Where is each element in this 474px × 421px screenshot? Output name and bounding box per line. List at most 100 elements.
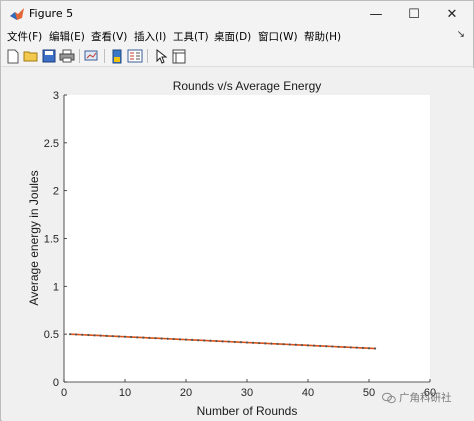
- data-point: [258, 341, 261, 345]
- colorbar-icon[interactable]: [109, 48, 125, 64]
- new-figure-icon[interactable]: [5, 48, 21, 64]
- menu-tools[interactable]: 工具(T): [173, 29, 209, 44]
- data-point: [184, 338, 188, 341]
- x-tick-label: 0: [61, 387, 67, 399]
- data-point: [270, 342, 273, 345]
- data-point: [209, 339, 212, 342]
- save-icon[interactable]: [41, 48, 57, 64]
- menu-file[interactable]: 文件(F): [7, 29, 42, 44]
- data-point: [75, 333, 78, 336]
- menu-view[interactable]: 查看(V): [91, 29, 127, 44]
- toolbar-separator: [147, 49, 148, 63]
- y-tick-label: 3: [53, 90, 59, 102]
- figure-toolbar: [1, 45, 473, 67]
- data-point: [355, 346, 358, 349]
- data-point: [252, 341, 255, 344]
- data-point: [367, 347, 371, 350]
- y-tick-label: 2.5: [44, 138, 59, 150]
- chart-title: Rounds v/s Average Energy: [173, 79, 322, 93]
- y-tick-label: 2: [53, 186, 59, 198]
- data-point: [142, 336, 145, 339]
- data-point: [300, 343, 303, 347]
- menu-bar: 文件(F) 编辑(E) 查看(V) 插入(I) 工具(T) 桌面(D) 窗口(W…: [1, 27, 473, 45]
- x-tick-label: 50: [363, 387, 375, 399]
- data-point: [93, 334, 96, 337]
- pointer-icon[interactable]: [153, 48, 169, 64]
- dock-arrow-icon[interactable]: ↘: [457, 29, 465, 40]
- data-point: [374, 347, 377, 350]
- data-point: [191, 338, 194, 342]
- line-chart: 0 10 20 30 40 50 6000.511.522.53 Rounds v/s Av…: [27, 79, 436, 418]
- data-point: [69, 333, 72, 336]
- data-point: [148, 336, 151, 339]
- data-point: [136, 336, 139, 339]
- menu-desktop[interactable]: 桌面(D): [214, 29, 251, 44]
- menu-help[interactable]: 帮助(H): [304, 29, 341, 44]
- x-axis-label: Number of Rounds: [197, 404, 298, 418]
- data-point: [245, 341, 249, 344]
- data-point: [123, 335, 127, 338]
- y-tick-label: 0: [53, 377, 59, 389]
- y-axis-label: Average energy in Joules: [27, 170, 41, 305]
- wechat-icon: [382, 392, 396, 403]
- data-point: [264, 342, 267, 345]
- data-point: [306, 344, 310, 347]
- close-button[interactable]: ✕: [434, 1, 470, 27]
- data-point: [325, 345, 328, 348]
- matlab-icon: [10, 8, 24, 20]
- y-tick-label: 0.5: [44, 329, 59, 341]
- data-point: [172, 337, 175, 341]
- data-point: [361, 346, 364, 350]
- minimize-icon: —: [369, 6, 383, 22]
- data-point: [288, 343, 291, 346]
- y-tick-label: 1: [53, 281, 59, 293]
- data-point: [178, 338, 181, 341]
- data-point: [233, 340, 236, 344]
- data-point: [99, 334, 102, 337]
- data-point: [203, 339, 206, 342]
- data-point: [282, 343, 285, 346]
- menu-insert[interactable]: 插入(I): [134, 29, 166, 44]
- figure-canvas: 0 10 20 30 40 50 60 0 0.5 1 1.5 2 2.5 3 Rounds v/s Av…: [2, 68, 474, 421]
- print-icon[interactable]: [59, 48, 75, 64]
- data-point: [294, 343, 297, 346]
- data-point: [227, 340, 230, 343]
- data-point: [276, 342, 279, 346]
- data-point: [117, 335, 120, 338]
- watermark-text: 广角科研社: [399, 392, 452, 404]
- data-point: [349, 346, 352, 349]
- window-title: Figure 5: [29, 7, 74, 20]
- data-point: [331, 345, 334, 348]
- data-point: [87, 333, 90, 337]
- y-tick-label: 1.5: [44, 234, 59, 246]
- title-bar[interactable]: Figure 5 — ☐ ✕: [1, 1, 473, 27]
- data-point: [81, 333, 84, 336]
- link-plot-icon[interactable]: [84, 48, 100, 64]
- minimize-button[interactable]: —: [358, 1, 394, 27]
- x-tick-label: 10: [119, 387, 131, 399]
- data-point: [337, 345, 340, 348]
- toolbar-separator: [79, 49, 80, 63]
- data-point: [221, 340, 224, 343]
- close-icon: ✕: [446, 6, 458, 22]
- open-file-icon[interactable]: [23, 48, 39, 64]
- data-point: [239, 341, 242, 344]
- data-point: [343, 345, 346, 349]
- property-inspector-icon[interactable]: [171, 48, 187, 64]
- maximize-button[interactable]: ☐: [396, 1, 432, 27]
- menu-edit[interactable]: 编辑(E): [49, 29, 85, 44]
- data-point: [111, 335, 114, 338]
- data-point: [160, 337, 163, 340]
- data-point: [166, 337, 169, 340]
- toolbar-separator: [104, 49, 105, 63]
- menu-window[interactable]: 窗口(W): [258, 29, 298, 44]
- maximize-icon: ☐: [408, 6, 420, 22]
- data-point: [215, 339, 218, 343]
- x-tick-label: 20: [180, 387, 192, 399]
- x-tick-label: 40: [302, 387, 314, 399]
- x-tick-label: 30: [241, 387, 253, 399]
- legend-icon[interactable]: [127, 48, 143, 64]
- watermark: 广角科研社: [382, 390, 452, 405]
- data-point: [105, 334, 108, 337]
- data-point: [130, 335, 133, 339]
